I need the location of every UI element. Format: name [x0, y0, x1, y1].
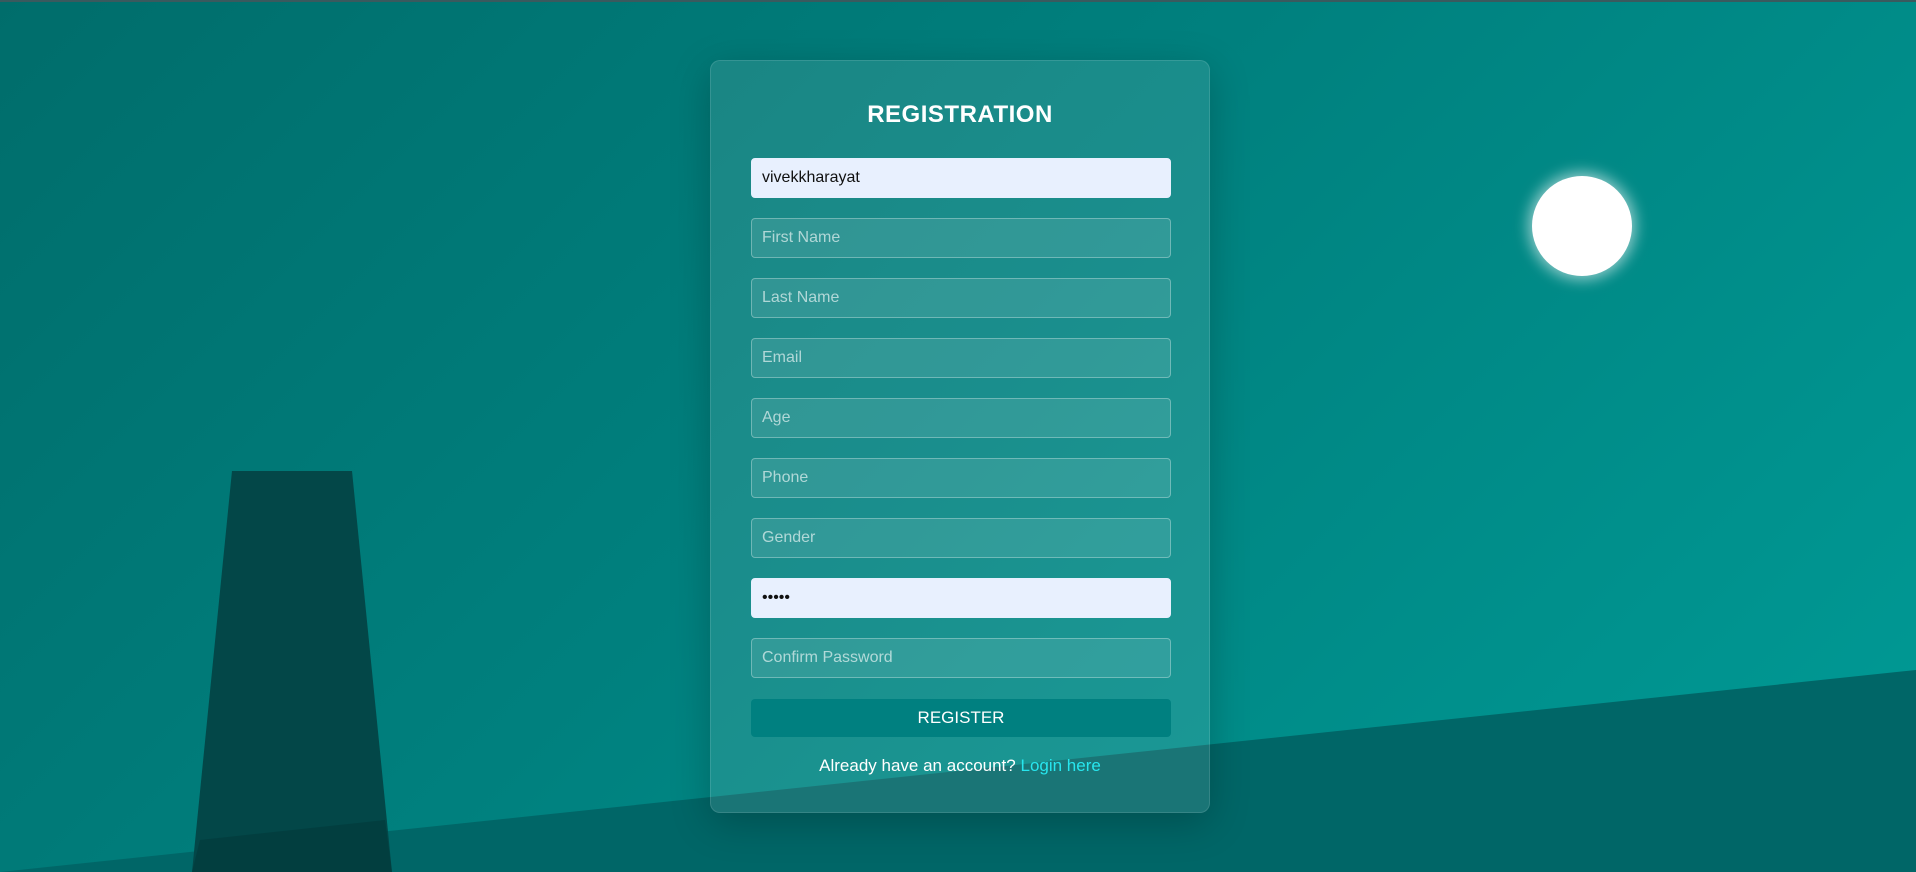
login-link[interactable]: Login here	[1020, 756, 1100, 775]
phone-input[interactable]	[751, 458, 1171, 498]
first-name-input[interactable]	[751, 218, 1171, 258]
username-input[interactable]	[751, 158, 1171, 198]
moon	[1532, 176, 1632, 276]
login-prompt: Already have an account? Login here	[711, 756, 1209, 776]
confirm-password-input[interactable]	[751, 638, 1171, 678]
email-input[interactable]	[751, 338, 1171, 378]
age-input[interactable]	[751, 398, 1171, 438]
password-input[interactable]	[751, 578, 1171, 618]
form-title: REGISTRATION	[867, 101, 1053, 128]
gender-input[interactable]	[751, 518, 1171, 558]
registration-card: REGISTRATION REGISTER Already have an ac…	[710, 60, 1210, 813]
login-prompt-text: Already have an account?	[819, 756, 1016, 775]
register-button[interactable]: REGISTER	[751, 699, 1171, 737]
tower	[192, 471, 392, 872]
last-name-input[interactable]	[751, 278, 1171, 318]
